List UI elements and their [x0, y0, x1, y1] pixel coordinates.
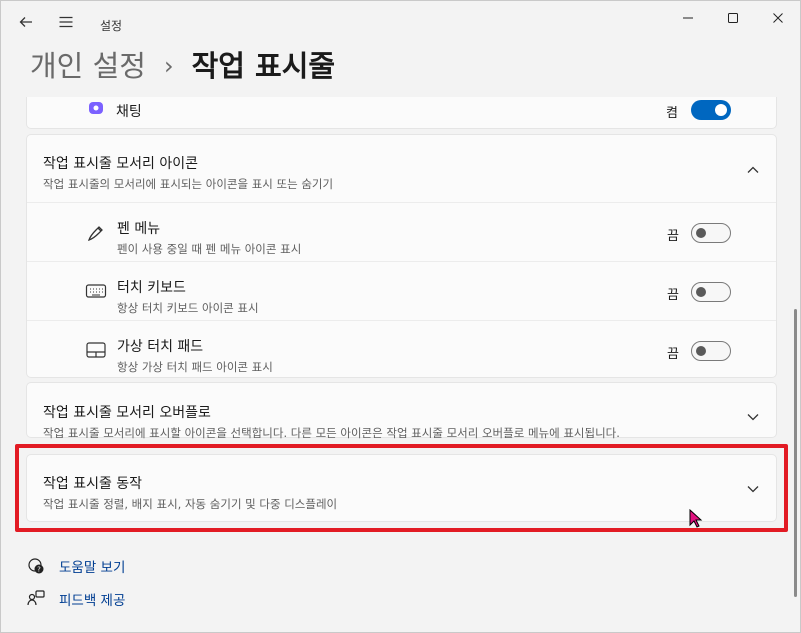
feedback-label: 피드백 제공 [59, 593, 126, 609]
chat-label: 채팅 [116, 104, 142, 120]
touch-keyboard-row: 터치 키보드 항상 터치 키보드 아이콘 표시 [117, 277, 259, 316]
close-button[interactable] [755, 1, 801, 35]
pen-menu-row: 펜 메뉴 펜이 사용 중일 때 펜 메뉴 아이콘 표시 [117, 218, 301, 257]
touch-keyboard-label: 터치 키보드 [117, 280, 186, 296]
corner-icons-header[interactable]: 작업 표시줄 모서리 아이콘 작업 표시줄의 모서리에 표시되는 아이콘을 표시… [43, 153, 333, 192]
chat-icon [89, 102, 103, 114]
chat-toggle-state: 켬 [666, 106, 678, 121]
chat-toggle[interactable] [691, 100, 731, 120]
settings-window: 설정 개인 설정 › 작업 표시줄 채팅 켬 작업 표시줄 모서리 아이콘 작업… [0, 0, 801, 633]
back-arrow-icon [19, 17, 32, 27]
settings-content[interactable]: 채팅 켬 작업 표시줄 모서리 아이콘 작업 표시줄의 모서리에 표시되는 아이… [1, 97, 791, 633]
corner-icons-desc: 작업 표시줄의 모서리에 표시되는 아이콘을 표시 또는 숨기기 [43, 177, 334, 191]
virtual-touchpad-label: 가상 터치 패드 [117, 339, 204, 355]
help-icon: ? [28, 558, 44, 574]
close-icon [773, 13, 783, 23]
pen-menu-toggle-state: 끔 [667, 229, 679, 244]
app-title: 설정 [100, 19, 123, 33]
corner-overflow-desc: 작업 표시줄 모서리에 표시할 아이콘을 선택합니다. 다른 모든 아이콘은 작… [43, 426, 620, 440]
touch-keyboard-toggle-state: 끔 [667, 288, 679, 303]
chevron-down-icon[interactable] [746, 410, 760, 424]
virtual-touchpad-toggle[interactable] [691, 341, 731, 361]
maximize-button[interactable] [710, 1, 756, 35]
corner-overflow-card[interactable]: 작업 표시줄 모서리 오버플로 작업 표시줄 모서리에 표시할 아이콘을 선택합… [26, 382, 777, 441]
title-bar: 설정 [1, 1, 800, 45]
virtual-touchpad-row: 가상 터치 패드 항상 가상 터치 패드 아이콘 표시 [117, 336, 273, 375]
corner-icons-card: 작업 표시줄 모서리 아이콘 작업 표시줄의 모서리에 표시되는 아이콘을 표시… [26, 134, 777, 378]
feedback-icon [27, 590, 45, 606]
corner-overflow-title: 작업 표시줄 모서리 오버플로 [43, 405, 211, 421]
touch-keyboard-desc: 항상 터치 키보드 아이콘 표시 [117, 301, 259, 315]
breadcrumb-parent[interactable]: 개인 설정 [30, 45, 146, 87]
svg-text:?: ? [37, 566, 41, 574]
scrollbar-thumb[interactable] [794, 309, 797, 597]
breadcrumb: 개인 설정 › 작업 표시줄 [30, 45, 335, 87]
maximize-icon [728, 13, 738, 23]
menu-button[interactable] [53, 9, 79, 35]
breadcrumb-separator: › [163, 52, 174, 80]
corner-overflow-header: 작업 표시줄 모서리 오버플로 작업 표시줄 모서리에 표시할 아이콘을 선택합… [43, 402, 620, 441]
hamburger-icon [59, 16, 73, 28]
chevron-up-icon[interactable] [746, 163, 760, 177]
pen-menu-toggle[interactable] [691, 223, 731, 243]
feedback-link[interactable]: 피드백 제공 [27, 588, 125, 610]
chat-setting-card: 채팅 켬 [26, 97, 777, 129]
back-button[interactable] [13, 9, 39, 35]
touchpad-icon [86, 342, 106, 358]
mouse-cursor-icon [689, 509, 703, 528]
keyboard-icon [85, 284, 107, 298]
minimize-button[interactable] [665, 1, 711, 35]
minimize-icon [683, 17, 693, 19]
virtual-touchpad-desc: 항상 가상 터치 패드 아이콘 표시 [117, 360, 273, 374]
page-title: 작업 표시줄 [191, 49, 336, 83]
help-link[interactable]: ? 도움말 보기 [27, 555, 125, 577]
touch-keyboard-toggle[interactable] [691, 282, 731, 302]
pen-menu-label: 펜 메뉴 [117, 221, 161, 237]
help-label: 도움말 보기 [59, 560, 126, 576]
virtual-touchpad-toggle-state: 끔 [667, 347, 679, 362]
pen-icon [87, 226, 103, 242]
corner-icons-title: 작업 표시줄 모서리 아이콘 [43, 156, 199, 172]
highlight-box [15, 444, 788, 532]
pen-menu-desc: 펜이 사용 중일 때 펜 메뉴 아이콘 표시 [117, 242, 302, 256]
